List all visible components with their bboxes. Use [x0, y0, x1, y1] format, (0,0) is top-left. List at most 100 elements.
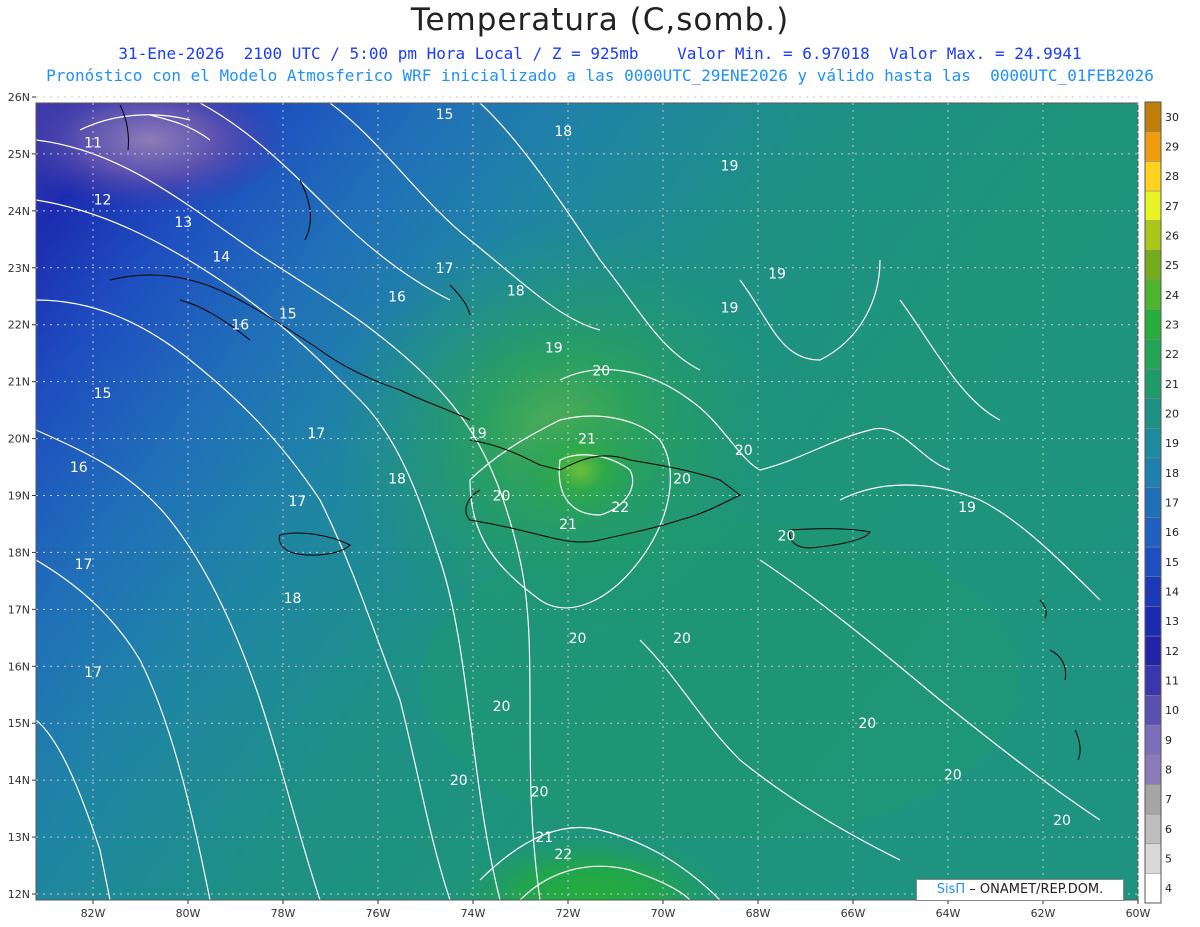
- legend-swatch: [1144, 309, 1162, 340]
- lat-label: 21N: [8, 376, 30, 389]
- legend-label: 15: [1165, 556, 1179, 569]
- legend-label: 28: [1165, 170, 1179, 183]
- lat-label: 17N: [8, 603, 30, 616]
- legend-swatch: [1144, 517, 1162, 548]
- lat-label: 26N: [8, 91, 30, 104]
- legend-label: 21: [1165, 378, 1179, 391]
- legend-label: 13: [1165, 615, 1179, 628]
- contour-label: 16: [70, 460, 88, 476]
- lon-label: 66W: [841, 907, 866, 920]
- contour-label: 17: [307, 426, 325, 442]
- contour-label: 20: [493, 489, 511, 505]
- legend-swatch: [1144, 546, 1162, 577]
- lat-label: 15N: [8, 717, 30, 730]
- lon-label: 80W: [176, 907, 201, 920]
- shaded-field: [36, 103, 1138, 900]
- legend-swatch: [1144, 843, 1162, 874]
- legend-label: 26: [1165, 230, 1179, 243]
- legend-label: 18: [1165, 467, 1179, 480]
- lon-label: 60W: [1126, 907, 1151, 920]
- legend-label: 17: [1165, 497, 1179, 510]
- legend-label: 25: [1165, 259, 1179, 272]
- legend-swatch: [1144, 398, 1162, 429]
- latitude-labels: 26N 25N 24N 23N 22N 21N 20N 19N 18N 17N 16N 15N 14N 1…: [8, 91, 30, 901]
- lon-label: 70W: [651, 907, 676, 920]
- legend-swatch: [1144, 754, 1162, 785]
- contour-label: 15: [436, 107, 454, 123]
- lat-label: 18N: [8, 546, 30, 559]
- legend-swatch: [1144, 161, 1162, 192]
- lon-label: 72W: [556, 907, 581, 920]
- legend-swatch: [1144, 695, 1162, 726]
- contour-label: 20: [592, 363, 610, 379]
- contour-label: 20: [450, 773, 468, 789]
- contour-label: 16: [231, 318, 249, 334]
- sispi-brand: SisΠ: [936, 882, 966, 897]
- legend-swatch: [1144, 131, 1162, 162]
- contour-label: 11: [84, 136, 102, 152]
- legend-swatch: [1144, 190, 1162, 221]
- lon-label: 74W: [461, 907, 486, 920]
- contour-label: 20: [1053, 813, 1071, 829]
- contour-label: 20: [531, 785, 549, 801]
- legend-swatch: [1144, 665, 1162, 696]
- contour-label: 14: [212, 249, 230, 265]
- legend-label: 24: [1165, 289, 1179, 302]
- lon-label: 68W: [746, 907, 771, 920]
- lon-label: 76W: [366, 907, 391, 920]
- contour-label: 19: [958, 500, 976, 516]
- credit-box: SisΠ – ONAMET/REP.DOM.: [916, 879, 1124, 901]
- contour-label: 17: [436, 261, 454, 277]
- contour-label: 20: [735, 443, 753, 459]
- legend-label: 20: [1165, 408, 1179, 421]
- contour-label: 20: [944, 767, 962, 783]
- legend-swatch: [1144, 576, 1162, 607]
- contour-label: 21: [559, 517, 577, 533]
- lon-label: 78W: [271, 907, 296, 920]
- contour-label: 20: [673, 471, 691, 487]
- contour-label: 20: [673, 631, 691, 647]
- contour-label: 22: [554, 847, 572, 863]
- contour-label: 19: [469, 426, 487, 442]
- legend-label: 22: [1165, 348, 1179, 361]
- lat-label: 19N: [8, 490, 30, 503]
- contour-label: 13: [174, 215, 192, 231]
- contour-label: 20: [778, 528, 796, 544]
- legend-label: 11: [1165, 675, 1179, 688]
- lat-label: 20N: [8, 433, 30, 446]
- contour-label: 19: [721, 301, 739, 317]
- legend-label: 27: [1165, 200, 1179, 213]
- contour-label: 18: [507, 284, 525, 300]
- contour-label: 19: [545, 340, 563, 356]
- color-legend: 4 5 6 7 8 9 10 11 12 13 14 15 16 17 18 19 20 21 22 23 24 25 26…: [1144, 101, 1179, 904]
- legend-label: 29: [1165, 141, 1179, 154]
- lat-label: 25N: [8, 148, 30, 161]
- legend-label: 4: [1165, 882, 1172, 895]
- legend-label: 12: [1165, 645, 1179, 658]
- lat-label: 23N: [8, 262, 30, 275]
- lon-label: 62W: [1031, 907, 1056, 920]
- lat-label: 12N: [8, 888, 30, 901]
- contour-label: 20: [858, 716, 876, 732]
- legend-swatch: [1144, 635, 1162, 666]
- legend-swatch: [1144, 784, 1162, 815]
- contour-label: 17: [288, 494, 306, 510]
- contour-label: 19: [768, 266, 786, 282]
- legend-swatch: [1144, 250, 1162, 281]
- lat-label: 22N: [8, 319, 30, 332]
- lon-label: 64W: [936, 907, 961, 920]
- lat-label: 24N: [8, 205, 30, 218]
- legend-swatch: [1144, 339, 1162, 370]
- legend-swatch: [1144, 457, 1162, 488]
- contour-label: 12: [94, 192, 112, 208]
- contour-label: 22: [611, 500, 629, 516]
- lat-label: 16N: [8, 660, 30, 673]
- legend-label: 19: [1165, 437, 1179, 450]
- contour-label: 19: [721, 158, 739, 174]
- legend-label: 5: [1165, 853, 1172, 866]
- longitude-labels: 82W 80W 78W 76W 74W 72W 70W 68W 66W 64W 62W 60W: [81, 907, 1151, 920]
- contour-label: 20: [493, 699, 511, 715]
- contour-label: 21: [535, 830, 553, 846]
- legend-swatch: [1144, 487, 1162, 518]
- contour-label: 18: [554, 124, 572, 140]
